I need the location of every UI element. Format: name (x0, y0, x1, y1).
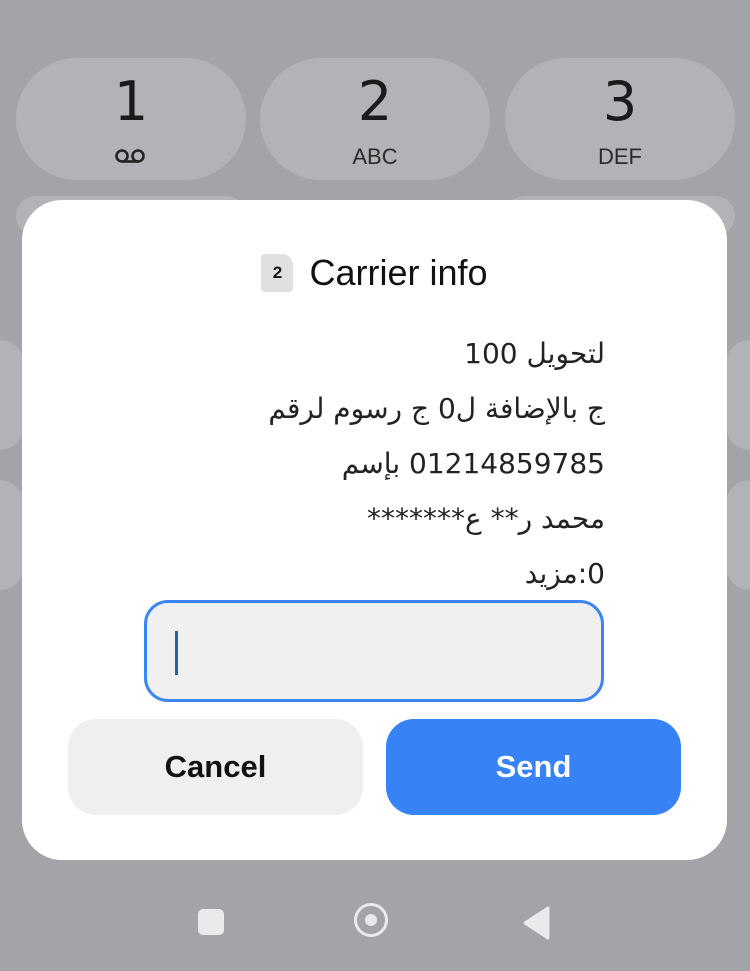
key-letters: ABC (352, 144, 398, 169)
sim-2-icon: 2 (261, 254, 294, 292)
ussd-message: لتحويل 100 ج بالإضافة ل0 ج رسوم لرقم 012… (105, 326, 605, 601)
recents-icon[interactable] (198, 909, 224, 935)
back-icon[interactable] (522, 906, 550, 940)
home-icon-dot (365, 914, 377, 926)
hidden-key (726, 480, 750, 590)
dialog-header: 2 Carrier info (22, 252, 727, 294)
send-button[interactable]: Send (386, 719, 681, 815)
hidden-key (0, 480, 24, 590)
message-line: 01214859785 بإسم (341, 447, 605, 480)
key-3[interactable]: 3 DEF (505, 58, 735, 180)
message-line: 0:مزيد (524, 557, 605, 590)
key-digit: 1 (113, 70, 149, 133)
voicemail-icon (115, 149, 145, 163)
reply-input[interactable] (169, 603, 573, 701)
hidden-key (0, 340, 24, 450)
key-digit: 3 (602, 70, 638, 133)
key-digit: 2 (357, 70, 393, 133)
message-line: محمد ر** ع******* (367, 502, 605, 535)
key-letters: DEF (598, 144, 642, 169)
home-icon[interactable] (354, 903, 388, 937)
dialog-title: Carrier info (309, 252, 488, 293)
carrier-info-dialog: 2 Carrier info لتحويل 100 ج بالإضافة ل0 ج… (22, 200, 727, 860)
key-2[interactable]: 2 ABC (260, 58, 490, 180)
key-1[interactable]: 1 (16, 58, 246, 180)
message-line: لتحويل 100 (464, 337, 605, 370)
reply-input-container[interactable] (144, 600, 604, 702)
hidden-key (726, 340, 750, 450)
message-line: ج بالإضافة ل0 ج رسوم لرقم (268, 392, 605, 425)
cancel-button[interactable]: Cancel (68, 719, 363, 815)
